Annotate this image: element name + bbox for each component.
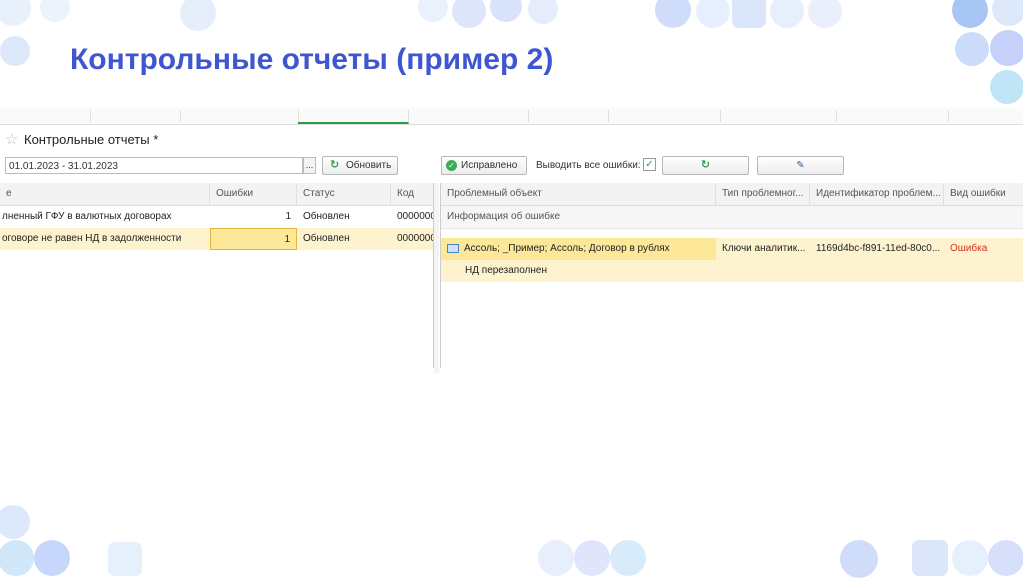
table-header: е Ошибки Статус Код bbox=[0, 183, 433, 206]
report-name: лненный ГФУ в валютных договорах bbox=[2, 211, 172, 222]
slide-title: Контрольные отчеты (пример 2) bbox=[70, 43, 554, 76]
document-icon bbox=[447, 243, 459, 253]
subheader-row: Информация об ошибке bbox=[441, 206, 1023, 229]
report-name: оговоре не равен НД в задолженности bbox=[2, 233, 182, 244]
error-kind: Ошибка bbox=[950, 243, 988, 254]
errors-count: 1 bbox=[285, 211, 291, 222]
refresh-button[interactable]: ↻ Обновить bbox=[322, 156, 398, 175]
error-detail: НД перезаполнен bbox=[465, 265, 547, 276]
column-header-type[interactable]: Тип проблемног... bbox=[716, 183, 810, 205]
favorite-star-icon[interactable]: ☆ bbox=[5, 130, 18, 148]
table-row[interactable]: лненный ГФУ в валютных договорах 1 Обнов… bbox=[0, 206, 433, 228]
error-info-header: Информация об ошибке bbox=[447, 211, 561, 222]
tab-strip bbox=[0, 108, 1023, 125]
tab-item[interactable] bbox=[948, 110, 1023, 122]
column-header-status[interactable]: Статус bbox=[297, 183, 391, 205]
tab-item[interactable] bbox=[180, 110, 299, 122]
errors-count[interactable]: 1 bbox=[210, 228, 297, 250]
refresh-icon: ↻ bbox=[330, 159, 340, 171]
app-screenshot: ☆ Контрольные отчеты * 01.01.2023 - 31.0… bbox=[0, 108, 1023, 374]
column-header-errors[interactable]: Ошибки bbox=[210, 183, 297, 205]
report-status: Обновлен bbox=[303, 233, 350, 244]
report-code: 0000000 bbox=[397, 211, 433, 222]
column-header-code[interactable]: Код bbox=[391, 183, 433, 205]
tab-item[interactable] bbox=[0, 110, 91, 122]
table-header: Проблемный объект Тип проблемног... Иден… bbox=[441, 183, 1023, 206]
tab-item[interactable] bbox=[836, 110, 949, 122]
refresh-errors-button[interactable]: ↻ bbox=[662, 156, 749, 175]
table-row-selected[interactable]: оговоре не равен НД в задолженности 1 Об… bbox=[0, 228, 433, 250]
column-header-kind[interactable]: Вид ошибки bbox=[944, 183, 1023, 205]
refresh-icon: ↻ bbox=[700, 159, 711, 171]
period-field[interactable]: 01.01.2023 - 31.01.2023 bbox=[5, 157, 303, 174]
check-circle-icon: ✓ bbox=[446, 159, 457, 171]
report-status: Обновлен bbox=[303, 211, 350, 222]
problem-object: Ассоль; _Пример; Ассоль; Договор в рубля… bbox=[441, 238, 716, 260]
tab-item[interactable] bbox=[720, 110, 837, 122]
reports-table: е Ошибки Статус Код лненный ГФУ в валютн… bbox=[0, 183, 434, 368]
errors-table: Проблемный объект Тип проблемног... Иден… bbox=[440, 183, 1023, 368]
tab-item-active[interactable] bbox=[298, 110, 409, 124]
column-header-name[interactable]: е bbox=[0, 183, 210, 205]
report-code: 0000000 bbox=[397, 233, 433, 244]
form-header: ☆ Контрольные отчеты * bbox=[0, 130, 400, 150]
tab-item[interactable] bbox=[608, 110, 721, 122]
period-select-button[interactable]: ... bbox=[303, 157, 316, 174]
panel-splitter[interactable] bbox=[434, 183, 439, 373]
edit-report-button[interactable]: ✎ bbox=[757, 156, 844, 175]
problem-id: 1169d4bc-f891-11ed-80c0... bbox=[816, 243, 941, 254]
fixed-button[interactable]: ✓ Исправлено bbox=[441, 156, 527, 175]
detail-row[interactable]: НД перезаполнен bbox=[441, 260, 1023, 282]
show-all-errors-label: Выводить все ошибки: bbox=[536, 160, 641, 171]
table-row-selected[interactable]: Ассоль; _Пример; Ассоль; Договор в рубля… bbox=[441, 238, 1023, 260]
fixed-label: Исправлено bbox=[461, 160, 518, 171]
refresh-label: Обновить bbox=[346, 160, 392, 171]
tab-item[interactable] bbox=[90, 110, 181, 122]
column-header-object[interactable]: Проблемный объект bbox=[441, 183, 716, 205]
form-title: Контрольные отчеты * bbox=[24, 132, 159, 147]
column-header-id[interactable]: Идентификатор проблем... bbox=[810, 183, 944, 205]
tab-item[interactable] bbox=[408, 110, 529, 122]
show-all-errors-checkbox[interactable]: ✓ bbox=[643, 158, 656, 171]
edit-document-icon: ✎ bbox=[796, 160, 805, 171]
problem-type: Ключи аналитик... bbox=[722, 243, 806, 254]
tab-item[interactable] bbox=[528, 110, 609, 122]
